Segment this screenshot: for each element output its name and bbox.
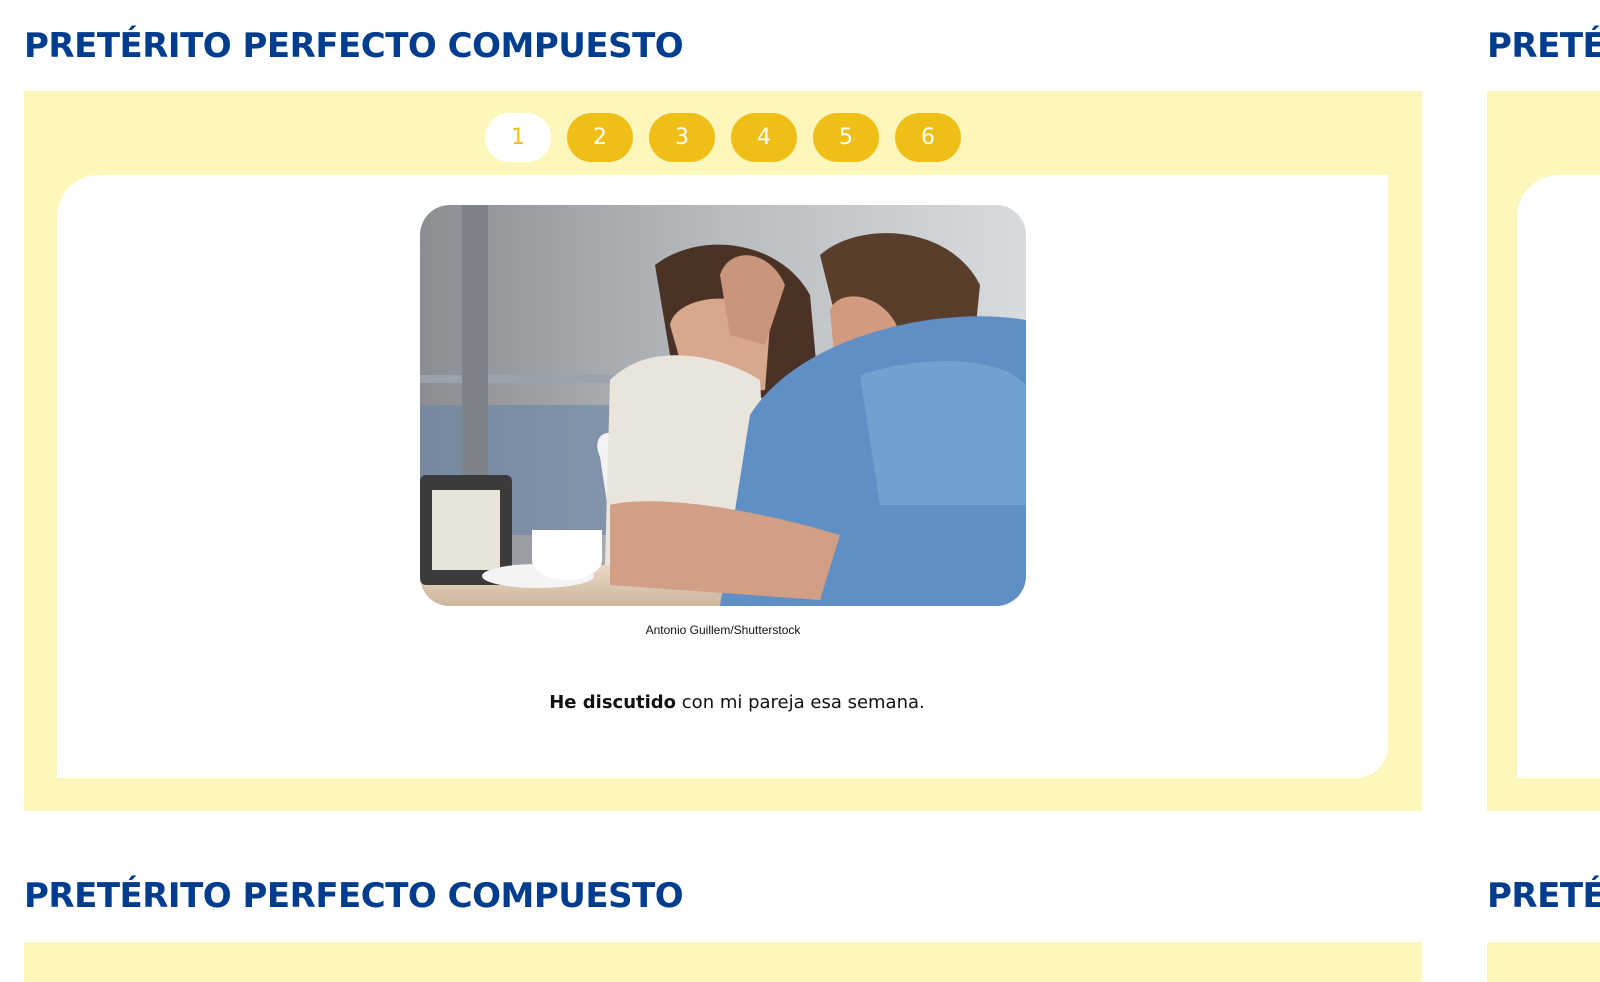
slide-title-4: PRETÉRITO PERFECTO COMPUESTO bbox=[1487, 876, 1600, 916]
photo-credit: Antonio Guillem/Shutterstock bbox=[645, 623, 801, 637]
sentence-rest: con mi pareja esa semana. bbox=[676, 692, 925, 713]
page-button-2[interactable]: 2 bbox=[567, 113, 633, 162]
slide-photo bbox=[420, 205, 1026, 606]
page-button-1[interactable]: 1 bbox=[485, 113, 551, 162]
sentence-verb: He discutido bbox=[549, 692, 677, 713]
page-button-4[interactable]: 4 bbox=[731, 113, 797, 162]
slide-title: PRETÉRITO PERFECTO COMPUESTO bbox=[24, 26, 684, 66]
slide-pagination: 1 2 3 4 5 6 bbox=[485, 113, 961, 162]
page-button-3[interactable]: 3 bbox=[649, 113, 715, 162]
page-button-6[interactable]: 6 bbox=[895, 113, 961, 162]
page-button-5[interactable]: 5 bbox=[813, 113, 879, 162]
example-sentence: He discutido con mi pareja esa semana. bbox=[57, 692, 1417, 713]
slide-card-2 bbox=[1517, 175, 1600, 778]
slide-title-3: PRETÉRITO PERFECTO COMPUESTO bbox=[24, 876, 684, 916]
slide-title-2: PRETÉRITO PERFECTO COMPUESTO bbox=[1487, 26, 1600, 66]
slide-panel-3 bbox=[24, 942, 1422, 982]
slide-panel-4 bbox=[1487, 942, 1600, 982]
